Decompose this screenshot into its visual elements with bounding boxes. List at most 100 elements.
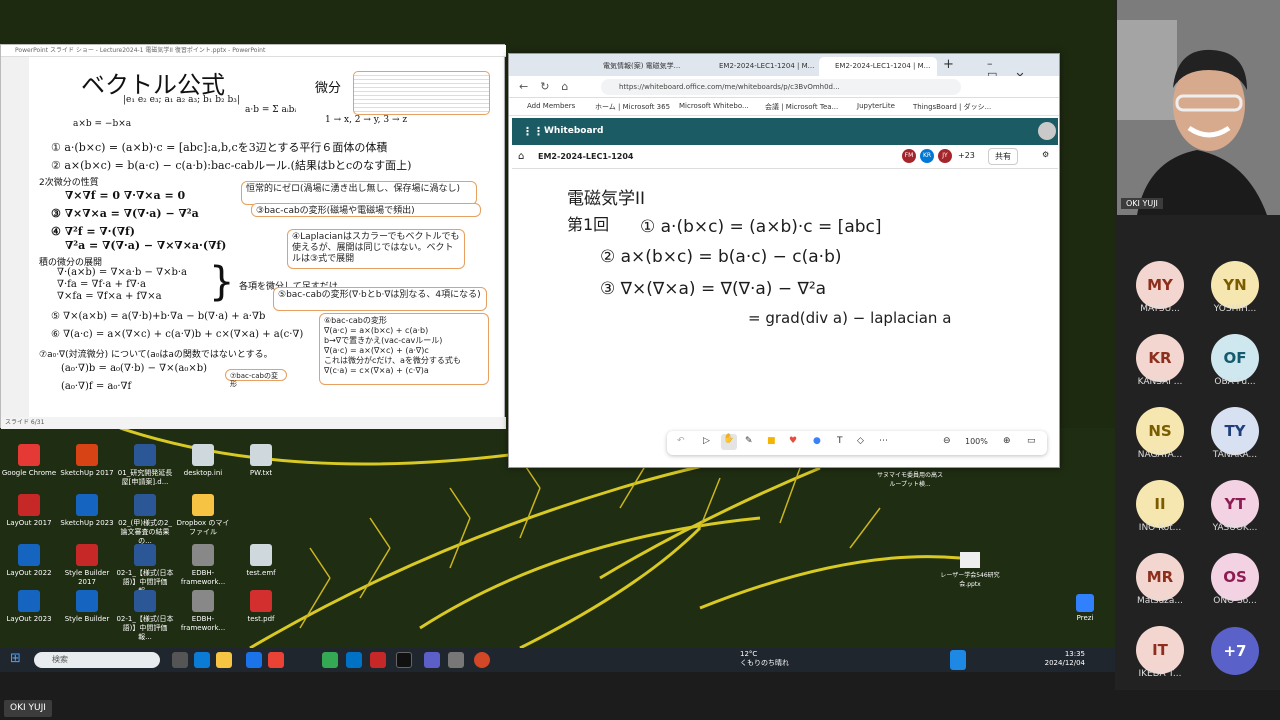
board-name[interactable]: EM2-2024-LEC1-1204 <box>538 152 633 161</box>
shapes-icon[interactable]: ◇ <box>857 436 864 446</box>
desktop-icon[interactable]: Style Builder 2017 <box>58 544 116 587</box>
participant-avatar[interactable]: KR <box>1136 334 1184 382</box>
fav-4[interactable]: JupyterLite <box>857 102 895 110</box>
fit-icon[interactable]: ▭ <box>1027 436 1036 446</box>
participant-avatar[interactable]: OF <box>1211 334 1259 382</box>
app2-taskbar-icon[interactable] <box>370 652 386 668</box>
avatar-jy[interactable]: JY <box>938 149 952 163</box>
desktop-icon-label: desktop.ini <box>183 469 223 477</box>
fav-2[interactable]: Microsoft Whitebo... <box>679 102 749 110</box>
desktop-icon[interactable]: 02-1_【様式(日本語)】中間評価報... <box>116 590 174 642</box>
desktop-icon[interactable]: Google Chrome <box>0 444 58 478</box>
desktop-icon[interactable]: SketchUp 2023 <box>58 494 116 528</box>
participant-avatar[interactable]: TY <box>1211 407 1259 455</box>
ppt-status-bar: スライド 6/31 <box>1 417 506 429</box>
desktop-icons: Google Chrome SketchUp 2017 01_研究開発延長屋[申請案… <box>0 440 300 650</box>
weather-widget[interactable]: 12°C くもりのち晴れ <box>740 650 789 668</box>
desktop-icon[interactable]: SketchUp 2017 <box>58 444 116 478</box>
user-avatar[interactable] <box>1038 122 1056 140</box>
taskbar-search[interactable]: 検索 <box>34 652 160 668</box>
participant-avatar[interactable]: OS <box>1211 553 1259 601</box>
more-users[interactable]: +23 <box>958 151 975 160</box>
desktop-icon[interactable]: desktop.ini <box>174 444 232 478</box>
share-button[interactable]: 共有 <box>988 148 1018 165</box>
wb-eq1: ① a·(b×c) = (a×b)·c = [abc] <box>640 217 882 237</box>
desktop-icon[interactable]: test.emf <box>232 544 290 578</box>
desktop-icon[interactable]: test.pdf <box>232 590 290 624</box>
text-icon[interactable]: T <box>837 436 843 446</box>
home-icon[interactable]: ⌂ <box>518 151 524 162</box>
file-icon <box>134 544 156 566</box>
desktop-icon[interactable]: LayOut 2017 <box>0 494 58 528</box>
sticky-note-icon[interactable]: ■ <box>767 436 776 446</box>
desktop-icon[interactable]: 01_研究開発延長屋[申請案].d... <box>116 444 174 487</box>
zoom-level: 100% <box>965 437 988 446</box>
file-icon <box>192 544 214 566</box>
participant-avatar[interactable]: IT <box>1136 626 1184 674</box>
desktop-pptx-file[interactable]: レーザー学会546研究会.pptx <box>940 552 1000 588</box>
avatar-kr[interactable]: KR <box>920 149 934 163</box>
wb-eq3: ③ ∇×(∇×a) = ∇(∇·a) − ∇²a <box>600 279 827 299</box>
participant-avatar[interactable]: MY <box>1136 261 1184 309</box>
chrome2-taskbar-icon[interactable] <box>322 652 338 668</box>
participant-avatar[interactable]: NS <box>1136 407 1184 455</box>
file-icon <box>134 444 156 466</box>
ppt-taskbar-icon[interactable] <box>474 652 490 668</box>
notion-taskbar-icon[interactable] <box>396 652 412 668</box>
explorer-taskbar-icon[interactable] <box>216 652 232 668</box>
settings-gear-icon[interactable]: ⚙ <box>1042 150 1049 159</box>
avatar-fm[interactable]: FM <box>902 149 916 163</box>
participant-avatar[interactable]: YT <box>1211 480 1259 528</box>
zoom-out-icon[interactable]: ⊖ <box>943 436 951 446</box>
fav-5[interactable]: ThingsBoard | ダッシ... <box>913 102 991 112</box>
desktop-icon[interactable]: 02_(甲)様式の2_論文審査の結果の... <box>116 494 174 546</box>
fav-0[interactable]: Add Members <box>527 102 575 110</box>
whiteboard-canvas[interactable]: 電磁気学II 第1回 ① a·(b×c) = (a×b)·c = [abc] ②… <box>512 169 1058 467</box>
tab-3-active[interactable]: EM2-2024-LEC1-1204 | M... <box>819 57 937 76</box>
start-icon[interactable]: ⊞ <box>10 651 21 666</box>
desktop-icon[interactable]: PW.txt <box>232 444 290 478</box>
nav-buttons[interactable]: ←↻⌂ <box>519 80 580 93</box>
note-bac-cab-5: ⑤bac-cabの変形(∇·bとb·∇は別なる、4項になる) <box>273 287 487 311</box>
select-icon[interactable]: ▷ <box>703 436 710 446</box>
copilot-icon[interactable]: ● <box>813 436 821 446</box>
app-taskbar-icon[interactable] <box>246 652 262 668</box>
desktop-icon[interactable]: EDBH-framework... <box>174 544 232 587</box>
hand-icon[interactable]: ✋ <box>721 434 737 450</box>
participant-avatar[interactable]: II <box>1136 480 1184 528</box>
teams-taskbar-icon[interactable] <box>424 652 440 668</box>
desktop-prezi[interactable]: Prezi <box>1070 594 1100 622</box>
pen-icon[interactable]: ✎ <box>745 436 753 446</box>
address-bar-row: ←↻⌂ https://whiteboard.office.com/me/whi… <box>509 76 1059 98</box>
more-tools-icon[interactable]: ⋯ <box>879 436 888 446</box>
mic-icon[interactable] <box>950 650 966 670</box>
desktop-icon[interactable]: Style Builder <box>58 590 116 624</box>
undo-icon[interactable]: ↶ <box>677 436 685 446</box>
app-launcher-icon[interactable]: ⋮⋮ <box>522 125 544 138</box>
file-icon <box>18 544 40 566</box>
reaction-icon[interactable]: ♥ <box>789 436 797 446</box>
app3-taskbar-icon[interactable] <box>448 652 464 668</box>
desktop-icon[interactable]: 02-1_【様式(日本語)】中間評価報... <box>116 544 174 596</box>
url-field[interactable]: https://whiteboard.office.com/me/whitebo… <box>601 79 961 95</box>
mail-taskbar-icon[interactable] <box>346 652 362 668</box>
presenter-video[interactable]: OKI YUJI <box>1117 0 1280 215</box>
fav-1[interactable]: ホーム | Microsoft 365 <box>595 102 670 112</box>
fav-3[interactable]: 会議 | Microsoft Tea... <box>765 102 838 112</box>
edge-taskbar-icon[interactable] <box>194 652 210 668</box>
tab-2[interactable]: EM2-2024-LEC1-1204 | M... <box>703 57 815 76</box>
desktop-icon[interactable]: EDBH-framework... <box>174 590 232 633</box>
desktop-icon[interactable]: LayOut 2022 <box>0 544 58 578</box>
more-participants[interactable]: +7 <box>1211 627 1259 675</box>
clock[interactable]: 13:35 2024/12/04 <box>1045 650 1085 668</box>
chrome-taskbar-icon[interactable] <box>268 652 284 668</box>
desktop-file-right[interactable]: サヌマイモ委員用の高スループット検... <box>875 470 945 488</box>
taskview-icon[interactable] <box>172 652 188 668</box>
desktop-icon[interactable]: LayOut 2023 <box>0 590 58 624</box>
zoom-in-icon[interactable]: ⊕ <box>1003 436 1011 446</box>
participant-avatar[interactable]: YN <box>1211 261 1259 309</box>
tab-1[interactable]: 電気情報(案) 電磁気学... <box>587 57 699 76</box>
participant-avatar[interactable]: MR <box>1136 553 1184 601</box>
desktop-icon[interactable]: Dropbox のマイファイル <box>174 494 232 537</box>
new-tab-button[interactable]: + <box>943 57 954 72</box>
